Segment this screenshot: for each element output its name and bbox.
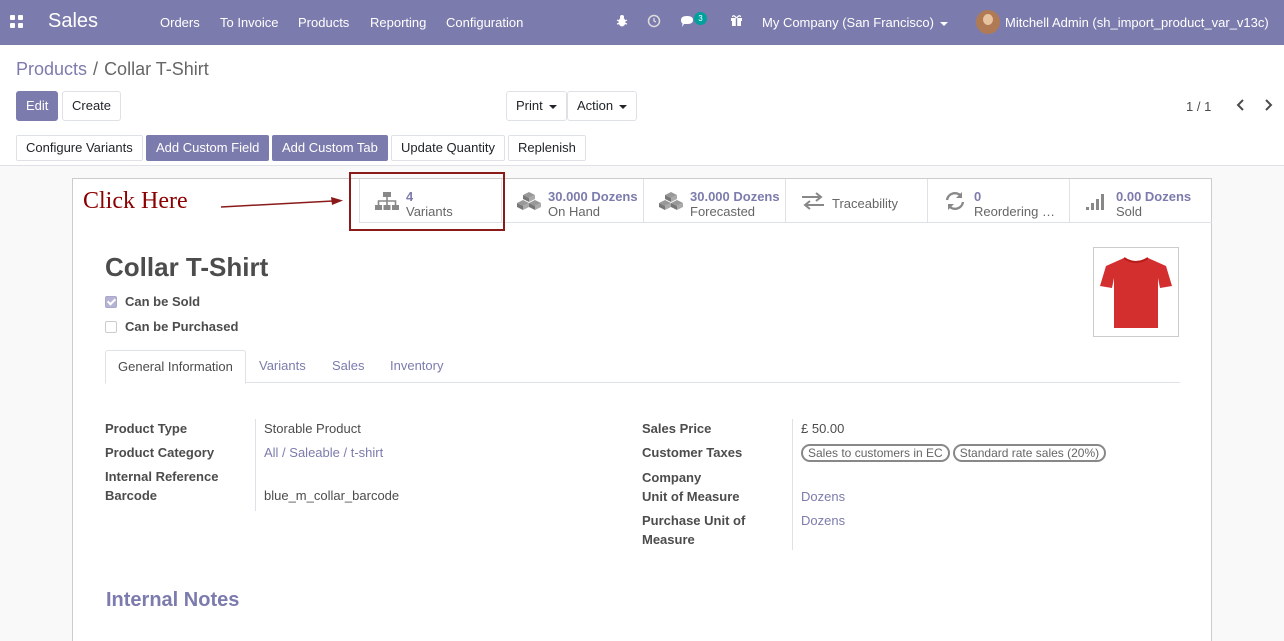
field-divider [255,419,256,511]
tab-general-information[interactable]: General Information [105,350,246,384]
replenish-button[interactable]: Replenish [508,135,586,161]
gift-icon[interactable] [730,14,743,27]
app-name[interactable]: Sales [48,10,98,33]
reordering-rules-count: 0 [974,189,982,204]
create-button[interactable]: Create [62,91,122,121]
reordering-rules-label: Reordering Rules [974,204,1062,219]
company-name: My Company (San Francisco) [762,15,934,30]
add-custom-tab-button[interactable]: Add Custom Tab [272,135,388,161]
cubes-icon [517,192,541,210]
product-type-value[interactable]: Storable Product [264,421,361,436]
bug-icon[interactable] [616,14,628,28]
form-header: Configure Variants Add Custom Field Add … [0,131,1284,166]
signal-icon [1086,194,1104,210]
traceability-label: Traceability [832,196,898,211]
barcode-value[interactable]: blue_m_collar_barcode [264,488,399,503]
notebook-tabs: General Information Variants Sales Inven… [105,350,1180,384]
click-here-annotation: Click Here [83,188,188,214]
internal-reference-label: Internal Reference [105,469,219,484]
tab-inventory[interactable]: Inventory [378,350,455,383]
breadcrumb: Products / Collar T-Shirt [16,59,209,80]
can-be-sold-label: Can be Sold [125,294,201,309]
action-label: Action [577,98,614,113]
product-image[interactable] [1093,247,1179,337]
sales-price-label: Sales Price [642,421,712,436]
on-hand-value: 30.000 Dozens [548,189,638,204]
arrow-annotation-icon [220,197,343,208]
menu-orders[interactable]: Orders [160,15,200,30]
on-hand-smart-button[interactable]: 30.000 Dozens On Hand [501,179,643,223]
can-be-sold-checkbox[interactable] [105,295,117,308]
unit-of-measure-label: Unit of Measure [642,489,740,504]
pager-value[interactable]: 1 / 1 [1186,99,1211,114]
reordering-rules-smart-button[interactable]: 0 Reordering Rules [927,179,1069,223]
t-shirt-icon [1100,257,1172,328]
form-sheet: Click Here 4 Variants 30.000 Dozens On H… [72,172,1212,641]
product-type-label: Product Type [105,421,188,436]
apps-menu-icon[interactable] [10,15,23,28]
barcode-label: Barcode [105,488,158,503]
chevron-left-icon[interactable] [1234,97,1248,113]
product-name[interactable]: Collar T-Shirt [105,252,268,283]
sales-price-value[interactable]: £ 50.00 [801,421,844,436]
purchase-uom-label-line1: Purchase Unit of [642,513,746,528]
customer-taxes-tags[interactable]: Sales to customers in EC Standard rate sa… [801,444,1109,462]
on-hand-label: On Hand [548,204,601,219]
forecasted-smart-button[interactable]: 30.000 Dozens Forecasted [643,179,785,223]
tab-variants[interactable]: Variants [247,350,318,383]
company-label: Company [642,470,702,485]
cubes-icon [659,192,683,210]
forecasted-label: Forecasted [690,204,756,219]
tax-tag[interactable]: Standard rate sales (20%) [952,444,1107,462]
chevron-down-icon [548,104,557,109]
add-custom-field-button[interactable]: Add Custom Field [146,135,270,161]
chevron-down-icon [619,104,628,109]
top-navbar: Sales Orders To Invoice Products Reporti… [0,0,1284,45]
tax-tag[interactable]: Sales to customers in EC [801,444,950,462]
menu-products[interactable]: Products [298,15,349,30]
product-category-link[interactable]: All / Saleable / t-shirt [264,445,383,460]
chevron-down-icon [939,21,948,26]
control-panel: Products / Collar T-Shirt Edit Create Prin… [0,45,1284,131]
product-category-label: Product Category [105,445,215,460]
messages-badge: 3 [694,12,707,25]
chevron-right-icon[interactable] [1261,97,1275,113]
customer-taxes-label: Customer Taxes [642,445,743,460]
edit-button[interactable]: Edit [16,91,59,121]
field-divider [792,419,793,550]
company-switcher[interactable]: My Company (San Francisco) [762,15,948,30]
highlight-box [349,172,505,231]
print-label: Print [516,98,543,113]
can-be-purchased-row: Can be Purchased [105,319,238,334]
configure-variants-button[interactable]: Configure Variants [16,135,143,161]
menu-reporting[interactable]: Reporting [370,15,426,30]
exchange-icon [802,192,824,210]
clock-icon[interactable] [647,14,661,28]
breadcrumb-products-link[interactable]: Products [16,59,87,79]
can-be-purchased-checkbox[interactable] [105,320,117,333]
internal-notes-heading: Internal Notes [106,589,240,611]
purchase-uom-link[interactable]: Dozens [801,513,845,528]
refresh-icon [945,192,965,210]
can-be-purchased-label: Can be Purchased [125,319,239,334]
tab-sales[interactable]: Sales [320,350,377,383]
action-button[interactable]: Action [567,91,638,121]
sold-value: 0.00 Dozens [1116,189,1192,204]
print-button[interactable]: Print [506,91,567,121]
avatar[interactable] [976,10,1000,34]
forecasted-value: 30.000 Dozens [690,189,780,204]
breadcrumb-separator: / [93,59,99,79]
user-menu[interactable]: Mitchell Admin (sh_import_product_var_v1… [1005,15,1269,30]
purchase-uom-label-line2: Measure [642,532,695,547]
breadcrumb-current: Collar T-Shirt [104,59,209,79]
unit-of-measure-link[interactable]: Dozens [801,489,845,504]
sold-label: Sold [1116,204,1143,219]
menu-configuration[interactable]: Configuration [446,15,523,30]
sold-smart-button[interactable]: 0.00 Dozens Sold [1069,179,1211,223]
can-be-sold-row: Can be Sold [105,294,200,309]
traceability-smart-button[interactable]: Traceability [785,179,927,223]
update-quantity-button[interactable]: Update Quantity [391,135,505,161]
menu-to-invoice[interactable]: To Invoice [220,15,279,30]
